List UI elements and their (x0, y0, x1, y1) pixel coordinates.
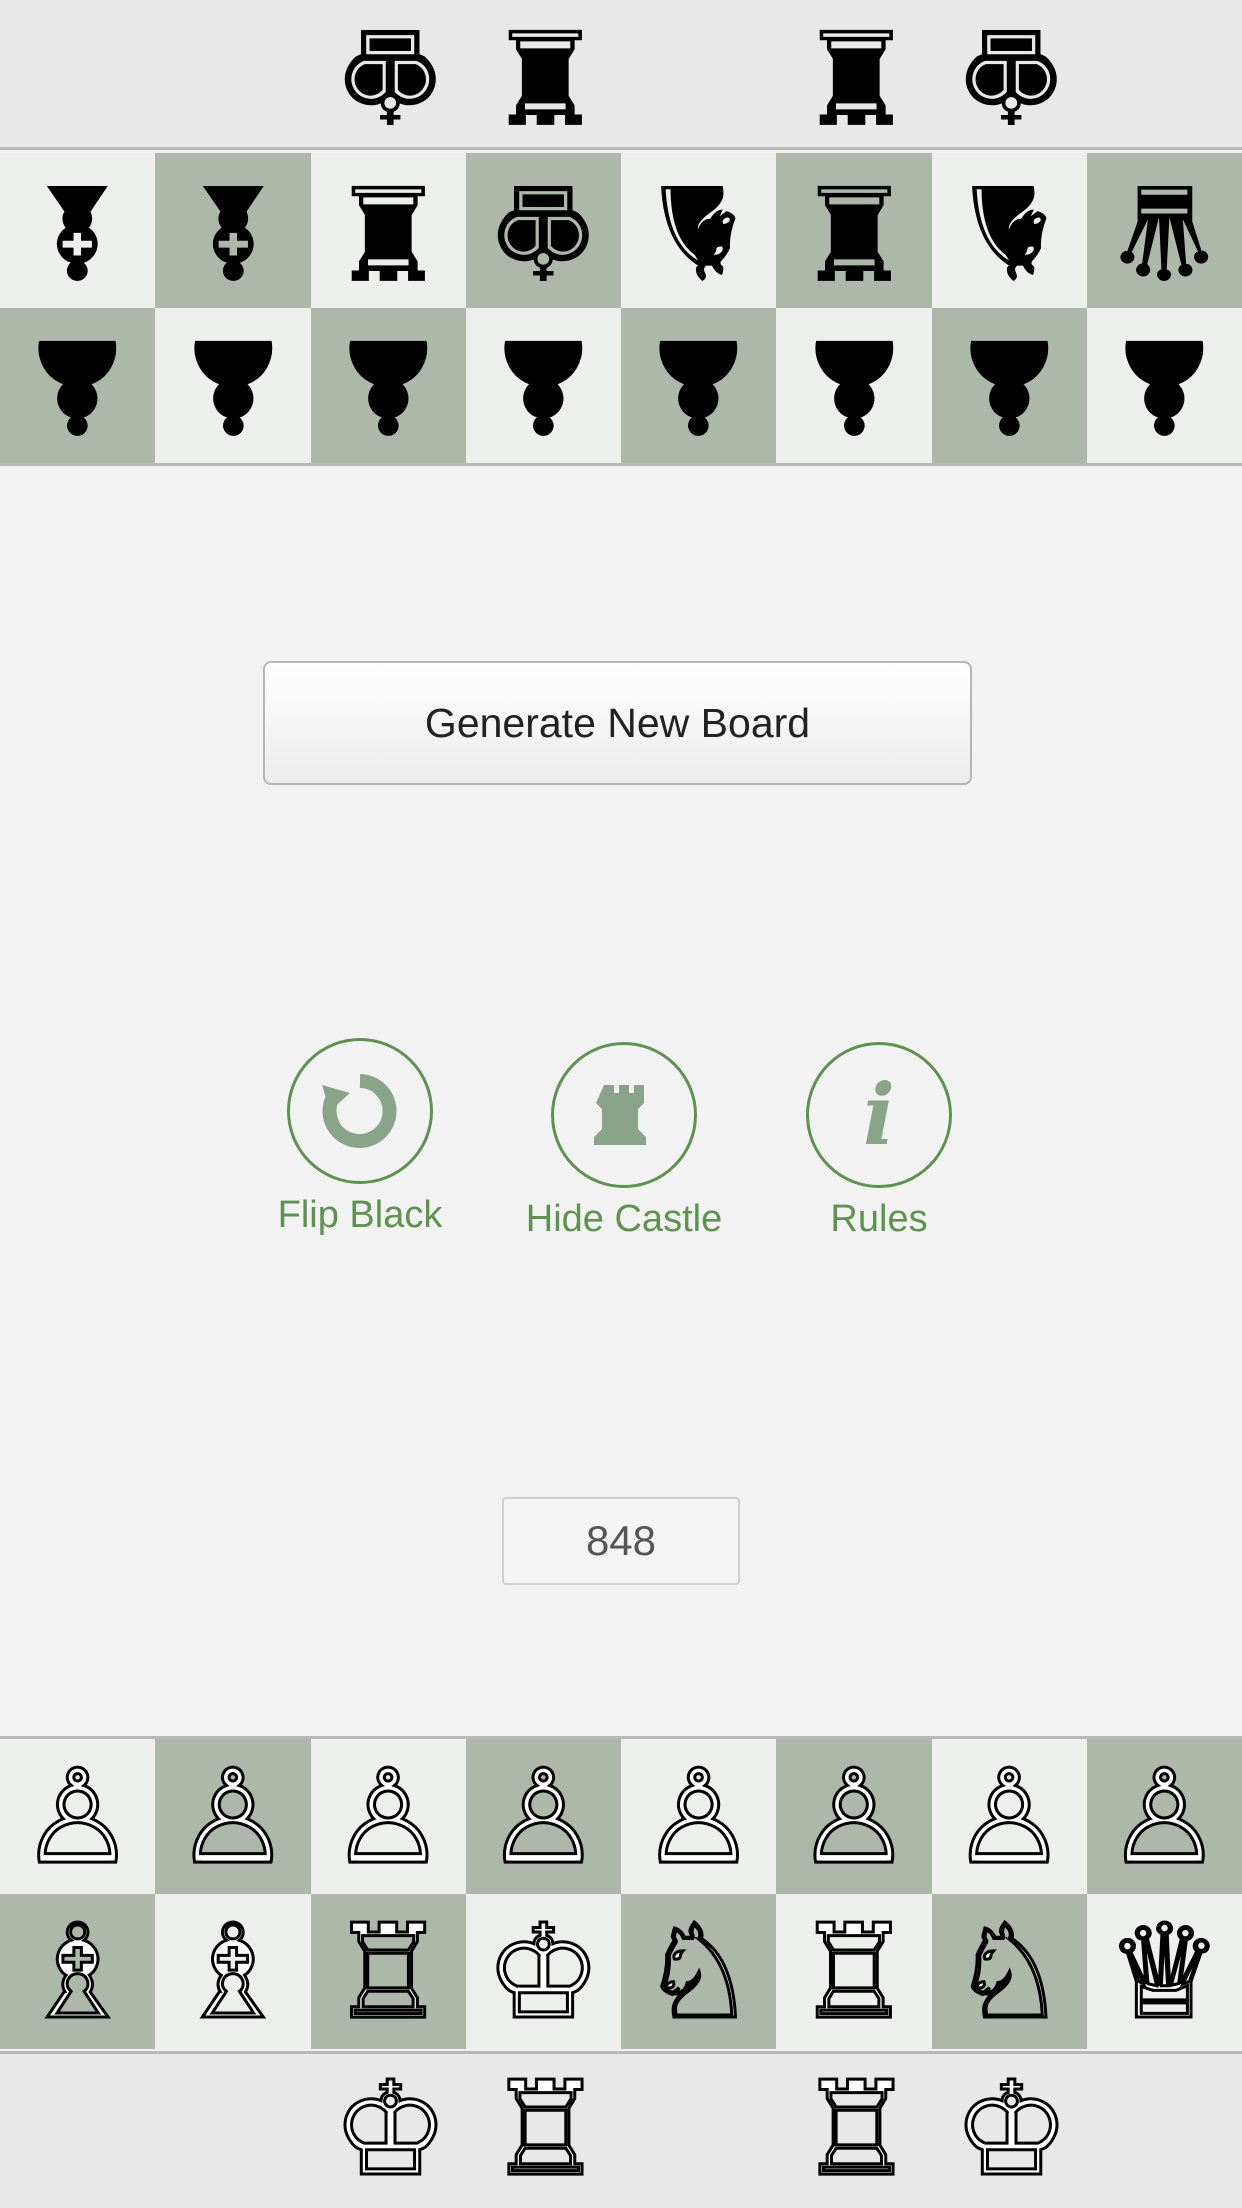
square[interactable]: ♝ (155, 153, 311, 308)
square[interactable]: ♙ (931, 1739, 1087, 1894)
rotate-icon (287, 1038, 433, 1184)
rules-label: Rules (830, 1198, 928, 1240)
black-pawn-icon: ♟ (795, 309, 913, 462)
white-back-rank: ♗ ♗ ♖ ♔ ♘ ♖ ♘ ♕ (0, 1894, 1242, 2049)
black-reserve-king-2[interactable]: ♚ (934, 0, 1089, 151)
square[interactable]: ♛ (1086, 153, 1242, 308)
white-board-rows: ♙ ♙ ♙ ♙ ♙ ♙ ♙ ♙ ♗ ♗ ♖ ♔ ♘ ♖ ♘ ♕ (0, 1736, 1242, 2049)
square[interactable]: ♜ (310, 153, 466, 308)
white-reserve-rook-1[interactable]: ♖ (468, 2054, 623, 2204)
square[interactable]: ♗ (155, 1894, 311, 2049)
square[interactable]: ♟ (465, 308, 621, 463)
black-king-icon: ♚ (485, 154, 602, 307)
square[interactable]: ♝ (0, 153, 156, 308)
black-reserve-rook-2[interactable]: ♜ (779, 0, 934, 151)
white-bishop-icon: ♗ (18, 1895, 138, 2048)
white-rook-icon: ♖ (797, 2053, 917, 2205)
white-pawn-icon: ♙ (639, 1740, 759, 1893)
black-pawn-rank: ♟ ♟ ♟ ♟ ♟ ♟ ♟ ♟ (0, 308, 1242, 463)
info-icon: i (806, 1042, 952, 1188)
white-reserve-king-2[interactable]: ♔ (934, 2054, 1089, 2204)
white-knight-icon: ♘ (949, 1895, 1069, 2048)
black-queen-icon: ♛ (1106, 154, 1223, 307)
black-pawn-icon: ♟ (19, 309, 136, 462)
black-reserve-rook-1[interactable]: ♜ (468, 0, 623, 151)
square[interactable]: ♜ (776, 153, 932, 308)
hide-castle-label: Hide Castle (525, 1198, 723, 1240)
black-rook-icon: ♜ (329, 154, 447, 307)
square[interactable]: ♗ (0, 1894, 156, 2049)
castle-icon (551, 1042, 697, 1188)
black-knight-icon: ♞ (640, 154, 757, 307)
square[interactable]: ♞ (931, 153, 1087, 308)
black-pawn-icon: ♟ (329, 309, 447, 462)
black-reserve: ♚ ♜ ♜ ♚ (0, 0, 1242, 151)
black-pawn-icon: ♟ (640, 309, 757, 462)
black-reserve-king-1[interactable]: ♚ (313, 0, 468, 151)
white-pawn-icon: ♙ (328, 1740, 448, 1893)
white-reserve-rook-2[interactable]: ♖ (779, 2054, 934, 2204)
square[interactable]: ♟ (776, 308, 932, 463)
black-board-rows: ♝ ♝ ♜ ♚ ♞ ♜ ♞ ♛ ♟ ♟ ♟ ♟ ♟ ♟ ♟ ♟ (0, 153, 1242, 466)
black-pawn-icon: ♟ (1106, 309, 1223, 462)
hide-castle-button[interactable]: Hide Castle (524, 1042, 724, 1241)
square[interactable]: ♟ (1086, 308, 1242, 463)
black-pawn-icon: ♟ (485, 309, 602, 462)
square[interactable]: ♙ (155, 1739, 311, 1894)
square[interactable]: ♟ (155, 308, 311, 463)
black-king-icon: ♚ (953, 0, 1070, 151)
square[interactable]: ♖ (776, 1894, 932, 2049)
white-king-icon: ♔ (331, 2053, 451, 2205)
white-knight-icon: ♘ (639, 1895, 759, 2048)
white-rook-icon: ♖ (486, 2053, 606, 2205)
white-bishop-icon: ♗ (173, 1895, 293, 2048)
black-back-rank: ♝ ♝ ♜ ♚ ♞ ♜ ♞ ♛ (0, 153, 1242, 308)
square[interactable]: ♙ (776, 1739, 932, 1894)
flip-black-label: Flip Black (277, 1194, 443, 1236)
square[interactable]: ♙ (1086, 1739, 1242, 1894)
white-pawn-icon: ♙ (173, 1740, 293, 1893)
white-reserve: ♔ ♖ ♖ ♔ (0, 2051, 1242, 2208)
black-pawn-icon: ♟ (174, 309, 292, 462)
square[interactable]: ♟ (0, 308, 156, 463)
white-rook-icon: ♖ (794, 1895, 914, 2048)
black-knight-icon: ♞ (950, 154, 1068, 307)
white-reserve-king-1[interactable]: ♔ (313, 2054, 468, 2204)
flip-black-button[interactable]: Flip Black (260, 1038, 460, 1237)
square[interactable]: ♙ (310, 1739, 466, 1894)
square[interactable]: ♔ (465, 1894, 621, 2049)
black-bishop-icon: ♝ (174, 154, 292, 307)
white-pawn-icon: ♙ (949, 1740, 1069, 1893)
black-rook-icon: ♜ (795, 154, 913, 307)
square[interactable]: ♘ (931, 1894, 1087, 2049)
white-rook-icon: ♖ (328, 1895, 448, 2048)
black-bishop-icon: ♝ (19, 154, 136, 307)
square[interactable]: ♙ (621, 1739, 777, 1894)
white-pawn-icon: ♙ (18, 1740, 138, 1893)
black-pawn-icon: ♟ (950, 309, 1068, 462)
white-pawn-icon: ♙ (794, 1740, 914, 1893)
black-rook-icon: ♜ (487, 0, 604, 151)
rules-button[interactable]: i Rules (779, 1042, 979, 1241)
generate-new-board-button[interactable]: Generate New Board (263, 661, 972, 785)
white-king-icon: ♔ (952, 2053, 1072, 2205)
board-number-display: 848 (502, 1497, 740, 1585)
square[interactable]: ♘ (621, 1894, 777, 2049)
black-king-icon: ♚ (332, 0, 449, 151)
white-king-icon: ♔ (484, 1895, 604, 2048)
black-rook-icon: ♜ (798, 0, 915, 151)
square[interactable]: ♕ (1086, 1894, 1242, 2049)
square[interactable]: ♞ (621, 153, 777, 308)
square[interactable]: ♟ (310, 308, 466, 463)
white-pawn-rank: ♙ ♙ ♙ ♙ ♙ ♙ ♙ ♙ (0, 1739, 1242, 1894)
white-pawn-icon: ♙ (1105, 1740, 1225, 1893)
white-queen-icon: ♕ (1105, 1895, 1225, 2048)
square[interactable]: ♙ (0, 1739, 156, 1894)
square[interactable]: ♙ (465, 1739, 621, 1894)
white-pawn-icon: ♙ (484, 1740, 604, 1893)
square[interactable]: ♟ (621, 308, 777, 463)
square[interactable]: ♖ (310, 1894, 466, 2049)
square[interactable]: ♟ (931, 308, 1087, 463)
square[interactable]: ♚ (465, 153, 621, 308)
